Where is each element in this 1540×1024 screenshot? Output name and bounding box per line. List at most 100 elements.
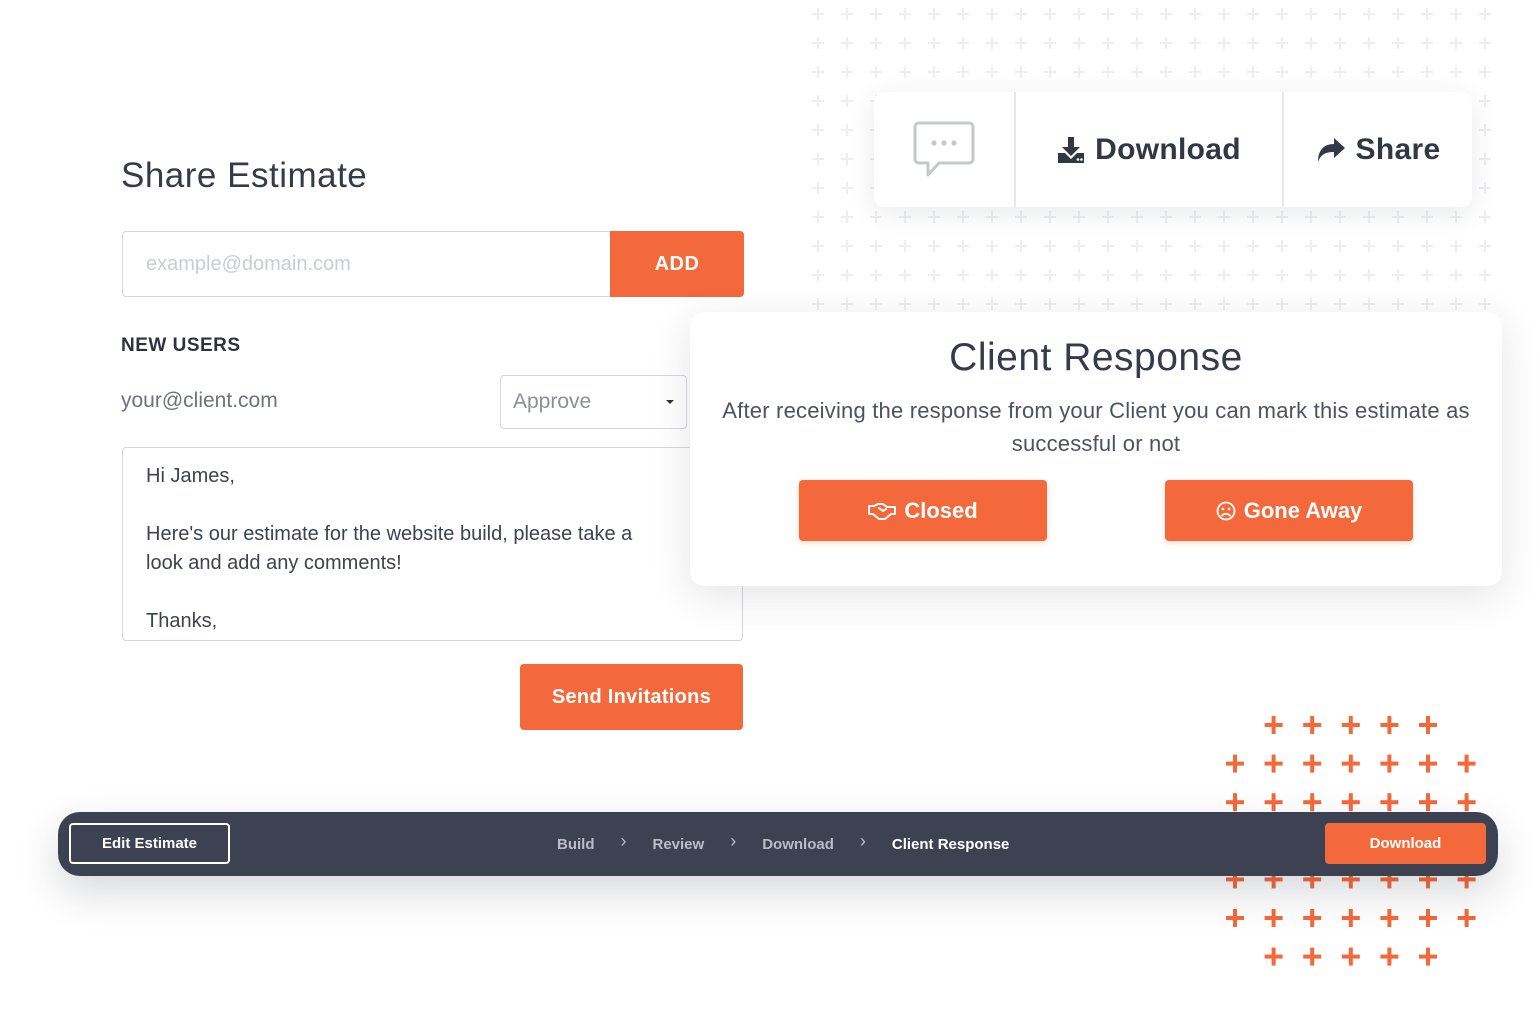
message-line: look and add any comments! <box>146 552 402 574</box>
grey-plus-mark <box>1247 211 1259 223</box>
grey-plus-mark <box>1363 66 1375 78</box>
orange-plus-mark <box>1341 947 1360 966</box>
grey-plus-mark <box>986 8 998 20</box>
grey-plus-mark <box>1218 298 1230 310</box>
handshake-icon <box>868 502 897 520</box>
grey-plus-mark <box>812 95 824 107</box>
add-button[interactable]: ADD <box>610 231 744 297</box>
chevron-right-icon: › <box>730 830 737 851</box>
grey-plus-mark <box>1247 269 1259 281</box>
grey-plus-mark <box>1479 153 1491 165</box>
grey-plus-mark <box>1189 37 1201 49</box>
grey-plus-mark <box>841 37 853 49</box>
bar-download-button[interactable]: Download <box>1325 823 1486 864</box>
grey-plus-mark <box>1218 66 1230 78</box>
grey-plus-mark <box>957 269 969 281</box>
grey-plus-mark <box>899 240 911 252</box>
chat-bubble-icon <box>913 121 975 176</box>
grey-plus-mark <box>1392 269 1404 281</box>
chevron-right-icon: › <box>620 830 627 851</box>
grey-plus-mark <box>1073 37 1085 49</box>
grey-plus-mark <box>1421 240 1433 252</box>
grey-plus-mark <box>1392 240 1404 252</box>
email-input[interactable] <box>122 231 610 297</box>
orange-plus-mark <box>1226 793 1244 812</box>
grey-plus-mark <box>1015 37 1027 49</box>
grey-plus-mark <box>1247 298 1259 310</box>
grey-plus-mark <box>1305 37 1317 49</box>
grey-plus-mark <box>841 298 853 310</box>
grey-plus-mark <box>1479 124 1491 136</box>
grey-plus-mark <box>812 211 824 223</box>
grey-plus-mark <box>1392 66 1404 78</box>
step-client-response[interactable]: Client Response <box>892 836 1010 853</box>
client-response-description: After receiving the response from your C… <box>722 398 1470 456</box>
chevron-down-icon <box>666 400 674 404</box>
grey-plus-mark <box>957 37 969 49</box>
download-icon <box>1058 136 1085 163</box>
grey-plus-mark <box>1334 269 1346 281</box>
message-line-blank <box>146 491 719 520</box>
edit-estimate-button[interactable]: Edit Estimate <box>69 823 230 864</box>
orange-plus-mark <box>1380 909 1399 927</box>
orange-plus-mark <box>1419 909 1437 927</box>
closed-button[interactable]: Closed <box>799 480 1047 541</box>
download-action-button[interactable]: Download <box>1014 92 1282 207</box>
role-select[interactable]: Approve <box>500 375 687 429</box>
grey-plus-mark <box>1276 8 1288 20</box>
grey-plus-mark <box>812 8 824 20</box>
grey-plus-mark <box>1015 269 1027 281</box>
grey-plus-mark <box>957 240 969 252</box>
grey-plus-mark <box>928 8 940 20</box>
grey-plus-mark <box>812 66 824 78</box>
grey-plus-mark <box>1276 240 1288 252</box>
orange-plus-mark <box>1264 947 1283 966</box>
gone-away-button[interactable]: Gone Away <box>1165 480 1413 541</box>
grey-plus-mark <box>928 269 940 281</box>
orange-plus-mark <box>1303 793 1322 812</box>
grey-plus-mark <box>957 211 969 223</box>
grey-plus-mark <box>841 124 853 136</box>
orange-plus-mark <box>1303 909 1322 927</box>
orange-plus-mark <box>1341 716 1360 734</box>
grey-plus-mark <box>1189 66 1201 78</box>
grey-plus-mark <box>1247 8 1259 20</box>
grey-plus-mark <box>1247 66 1259 78</box>
message-textarea[interactable]: Hi James, Here's our estimate for the we… <box>122 447 743 641</box>
step-review[interactable]: Review <box>653 836 705 853</box>
grey-plus-mark <box>1276 269 1288 281</box>
share-action-button[interactable]: Share <box>1282 92 1472 207</box>
orange-plus-mark <box>1380 716 1399 734</box>
message-line: Thanks, <box>146 610 218 632</box>
orange-plus-mark <box>1303 716 1322 734</box>
grey-plus-mark <box>899 298 911 310</box>
grey-plus-mark <box>1450 298 1462 310</box>
grey-plus-mark <box>1189 269 1201 281</box>
step-build[interactable]: Build <box>557 836 595 853</box>
download-action-label: Download <box>1095 132 1241 166</box>
action-toolbar: Download Share <box>874 92 1472 207</box>
grey-plus-mark <box>1450 269 1462 281</box>
grey-plus-mark <box>1073 240 1085 252</box>
grey-plus-mark <box>986 298 998 310</box>
grey-plus-mark <box>1363 240 1375 252</box>
grey-plus-mark <box>1015 8 1027 20</box>
orange-plus-mark <box>1264 793 1283 812</box>
grey-plus-mark <box>1421 66 1433 78</box>
grey-plus-mark <box>1160 269 1172 281</box>
grey-plus-mark <box>1218 8 1230 20</box>
orange-plus-mark <box>1341 909 1360 927</box>
grey-plus-mark <box>812 153 824 165</box>
grey-plus-mark <box>1334 8 1346 20</box>
orange-plus-mark <box>1303 947 1322 966</box>
send-invitations-button[interactable]: Send Invitations <box>520 664 743 730</box>
orange-plus-mark <box>1419 947 1437 966</box>
orange-plus-mark <box>1341 754 1360 773</box>
grey-plus-mark <box>1479 269 1491 281</box>
comments-button[interactable] <box>874 92 1014 207</box>
step-download[interactable]: Download <box>762 836 834 853</box>
grey-plus-mark <box>1160 66 1172 78</box>
grey-plus-mark <box>1073 298 1085 310</box>
grey-plus-mark <box>1276 37 1288 49</box>
orange-plus-mark <box>1380 947 1399 966</box>
